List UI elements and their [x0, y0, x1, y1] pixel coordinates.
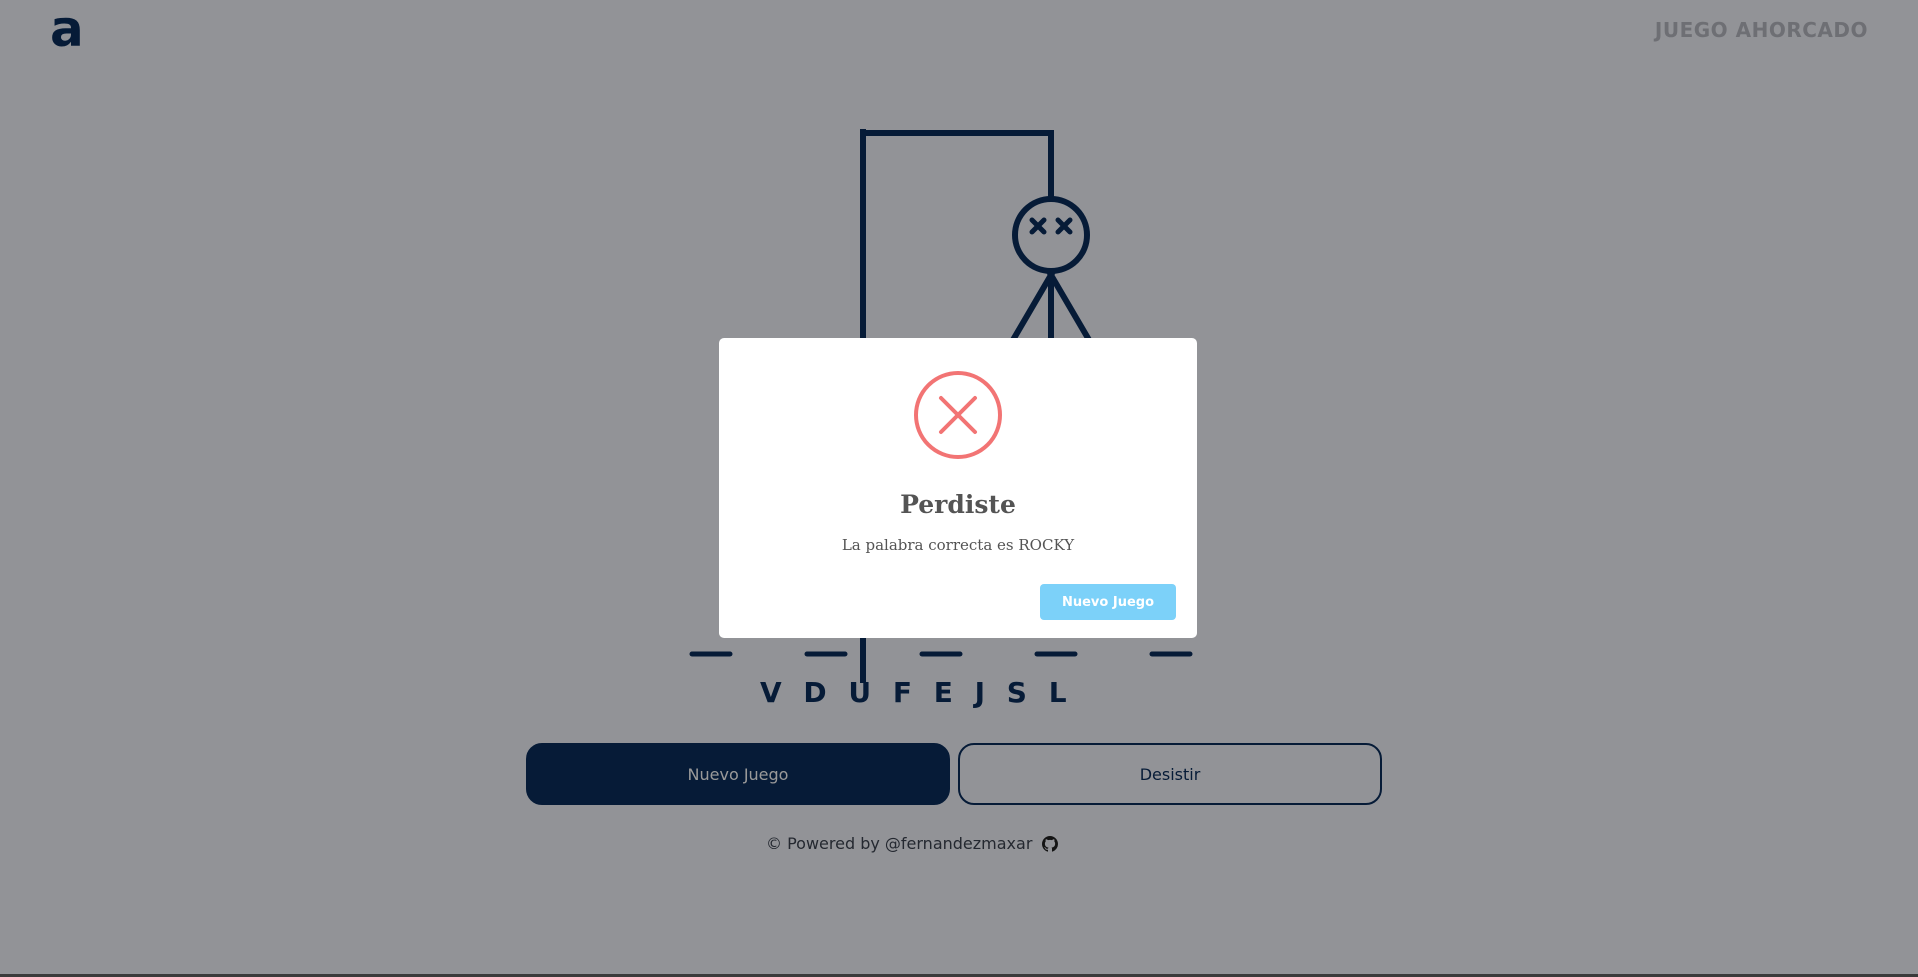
dialog-title: Perdiste — [900, 490, 1016, 519]
dialog-new-game-button[interactable]: Nuevo Juego — [1040, 584, 1176, 620]
dialog-message: La palabra correcta es ROCKY — [841, 536, 1075, 554]
error-x-icon — [914, 371, 1002, 459]
game-over-dialog: Perdiste La palabra correcta es ROCKY Nu… — [719, 338, 1197, 638]
